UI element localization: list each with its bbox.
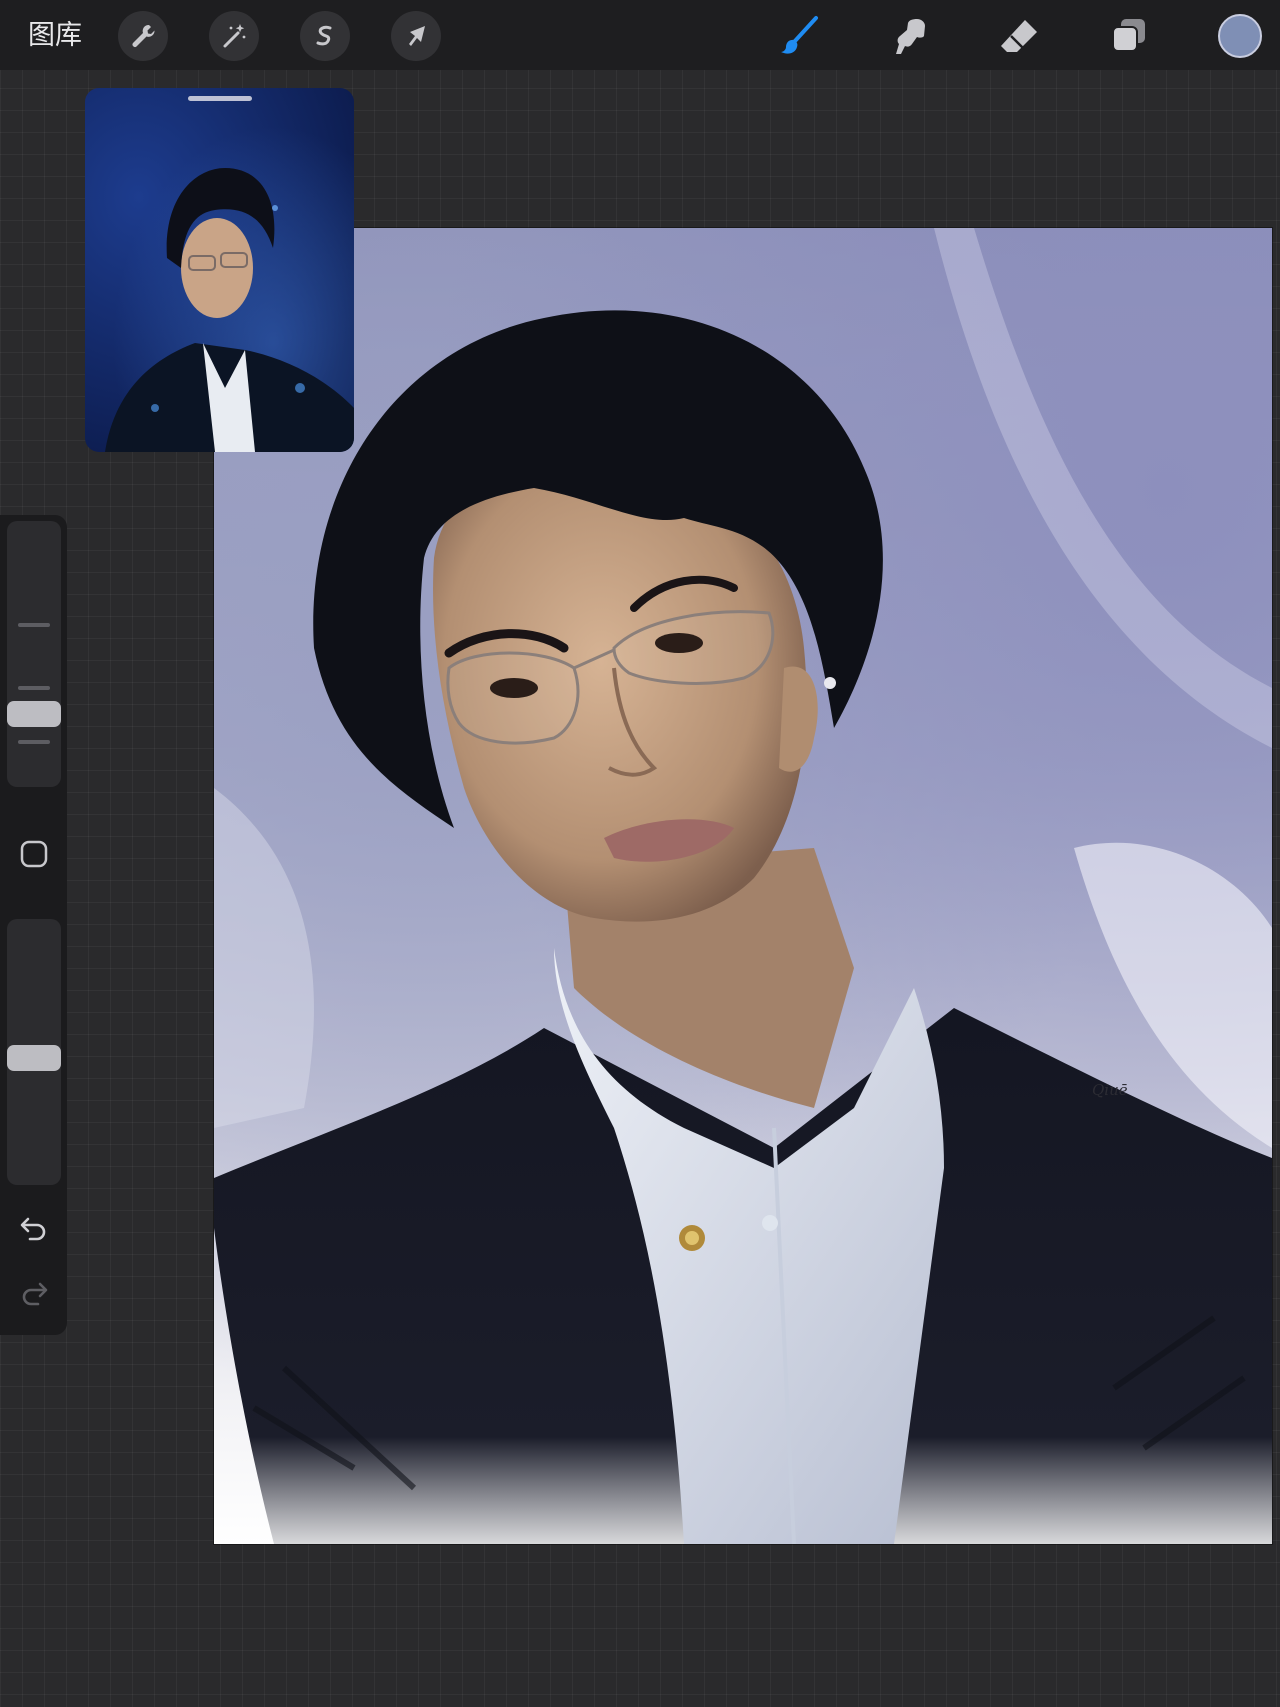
modify-button[interactable] xyxy=(12,832,56,876)
transform-arrow-icon xyxy=(409,26,425,46)
layers-icon xyxy=(1112,19,1145,52)
eraser-icon xyxy=(1001,20,1037,52)
reference-drag-handle[interactable] xyxy=(188,96,252,101)
drawing-canvas[interactable]: Qiuē xyxy=(214,228,1272,1544)
eraser-tool-button[interactable] xyxy=(995,12,1043,60)
redo-icon xyxy=(22,1282,48,1306)
artist-signature: Qiuē xyxy=(1092,1081,1128,1099)
selection-icon xyxy=(316,25,332,46)
magic-wand-icon xyxy=(223,24,246,48)
actions-button[interactable] xyxy=(118,11,168,61)
color-picker-button[interactable] xyxy=(1218,14,1262,58)
adjustments-button[interactable] xyxy=(209,11,259,61)
layers-button[interactable] xyxy=(1105,12,1153,60)
brush-tool-button[interactable] xyxy=(775,12,823,60)
square-icon xyxy=(20,840,48,868)
slider-tick xyxy=(18,686,50,690)
slider-tick xyxy=(18,623,50,627)
opacity-thumb[interactable] xyxy=(7,1045,61,1071)
brush-icon xyxy=(781,16,818,54)
undo-button[interactable] xyxy=(12,1205,56,1249)
brush-size-thumb[interactable] xyxy=(7,701,61,727)
reference-photo xyxy=(105,168,354,452)
left-sidebar xyxy=(0,515,67,1335)
selection-button[interactable] xyxy=(300,11,350,61)
redo-button[interactable] xyxy=(12,1270,56,1314)
opacity-slider[interactable] xyxy=(7,919,61,1185)
transform-button[interactable] xyxy=(391,11,441,61)
undo-icon xyxy=(20,1217,46,1241)
gallery-button[interactable]: 图库 xyxy=(28,18,82,52)
slider-tick xyxy=(18,740,50,744)
brush-size-slider[interactable] xyxy=(7,521,61,787)
top-toolbar: 图库 xyxy=(0,0,1280,70)
wrench-icon xyxy=(132,24,155,47)
portrait-painting xyxy=(214,228,1272,1544)
smudge-tool-button[interactable] xyxy=(885,12,933,60)
reference-window[interactable] xyxy=(85,88,354,452)
smudge-icon xyxy=(896,19,925,54)
